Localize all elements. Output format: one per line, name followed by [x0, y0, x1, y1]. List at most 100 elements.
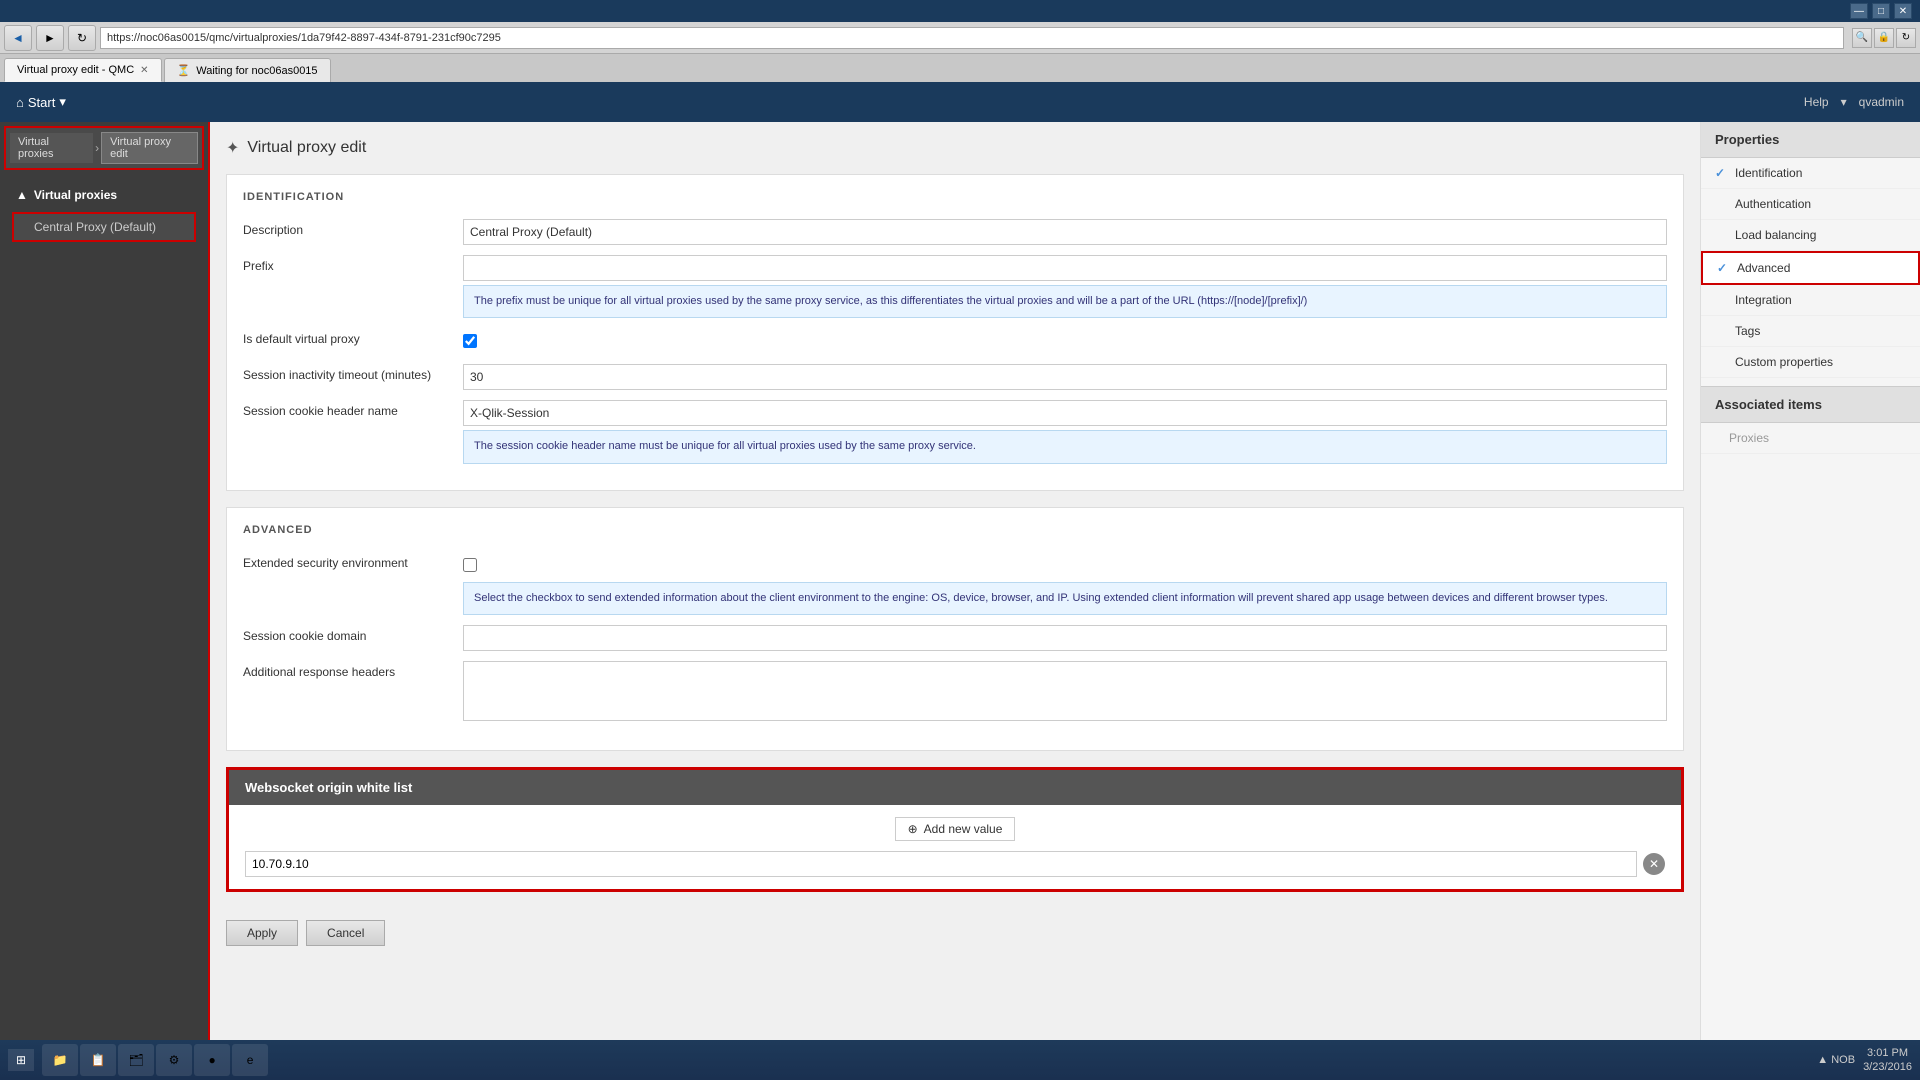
refresh-btn[interactable]: ↻ [68, 25, 96, 51]
prefix-row: Prefix The prefix must be unique for all… [243, 255, 1667, 318]
assoc-proxies[interactable]: Proxies [1701, 423, 1920, 454]
prop-integration[interactable]: Integration [1701, 285, 1920, 316]
page-title: Virtual proxy edit [247, 139, 366, 157]
breadcrumb-edit[interactable]: Virtual proxy edit [101, 132, 198, 164]
cookie-header-row: Session cookie header name The session c… [243, 400, 1667, 463]
description-input[interactable] [463, 219, 1667, 245]
minimize-btn[interactable]: — [1850, 3, 1868, 19]
apply-button[interactable]: Apply [226, 920, 298, 946]
lock-icon[interactable]: 🔒 [1874, 28, 1894, 48]
taskbar-clock: 3:01 PM 3/23/2016 [1863, 1046, 1912, 1075]
address-bar-row: ◄ ► ↻ https://noc06as0015/qmc/virtualpro… [0, 22, 1920, 54]
identification-header: IDENTIFICATION [243, 191, 1667, 207]
taskbar-time: 3:01 PM [1863, 1046, 1912, 1060]
title-bar-controls[interactable]: — □ ✕ [1850, 3, 1912, 19]
help-arrow: ▾ [1841, 95, 1847, 109]
prop-check-identification: ✓ [1715, 166, 1729, 180]
prop-custom-properties[interactable]: Custom properties [1701, 347, 1920, 378]
extended-security-row: Extended security environment Select the… [243, 552, 1667, 615]
taskbar-terminal[interactable]: 📋 [80, 1044, 116, 1076]
section-label: Virtual proxies [34, 188, 117, 202]
advanced-header: ADVANCED [243, 524, 1667, 540]
search-icon[interactable]: 🔍 [1852, 28, 1872, 48]
page-title-row: ✦ Virtual proxy edit [226, 138, 1684, 158]
sidebar-item-central-proxy[interactable]: Central Proxy (Default) [12, 212, 196, 242]
tab-icon: ⏳ [177, 64, 191, 77]
response-headers-row: Additional response headers [243, 661, 1667, 724]
taskbar-explorer[interactable]: 📁 [42, 1044, 78, 1076]
add-new-value-btn[interactable]: ⊕ Add new value [895, 817, 1016, 841]
taskbar-chrome[interactable]: ● [194, 1044, 230, 1076]
taskbar-items: 📁 📋 🗂 ⚙ ● e [42, 1044, 1817, 1076]
response-headers-label: Additional response headers [243, 661, 463, 679]
sidebar-section: ▲ Virtual proxies Central Proxy (Default… [0, 174, 208, 254]
sidebar-section-header[interactable]: ▲ Virtual proxies [8, 182, 200, 208]
properties-title: Properties [1701, 122, 1920, 158]
back-btn[interactable]: ◄ [4, 25, 32, 51]
sidebar: Virtual proxies › Virtual proxy edit ▲ V… [0, 122, 210, 1040]
websocket-section: Websocket origin white list ⊕ Add new va… [226, 767, 1684, 892]
cookie-domain-input[interactable] [463, 625, 1667, 651]
extended-security-label: Extended security environment [243, 552, 463, 570]
websocket-delete-btn[interactable]: ✕ [1643, 853, 1665, 875]
response-headers-textarea[interactable] [463, 661, 1667, 721]
prefix-input[interactable] [463, 255, 1667, 281]
section-arrow: ▲ [16, 188, 28, 202]
taskbar-start-btn[interactable]: ⊞ [8, 1049, 34, 1071]
prop-identification[interactable]: ✓ Identification [1701, 158, 1920, 189]
prop-advanced[interactable]: ✓ Advanced [1701, 251, 1920, 285]
websocket-body: ⊕ Add new value ✕ [229, 805, 1681, 889]
websocket-entry-0: ✕ [245, 851, 1665, 877]
content-area: ✦ Virtual proxy edit IDENTIFICATION Desc… [210, 122, 1700, 1040]
taskbar-right: ▲ NOB 3:01 PM 3/23/2016 [1817, 1046, 1912, 1075]
default-proxy-row: Is default virtual proxy [243, 328, 1667, 354]
timeout-label: Session inactivity timeout (minutes) [243, 364, 463, 382]
extended-security-checkbox[interactable] [463, 558, 477, 572]
forward-btn[interactable]: ► [36, 25, 64, 51]
help-label[interactable]: Help [1804, 95, 1829, 109]
taskbar-date: 3/23/2016 [1863, 1060, 1912, 1074]
timeout-row: Session inactivity timeout (minutes) [243, 364, 1667, 390]
start-label: Start [28, 95, 55, 110]
taskbar: ⊞ 📁 📋 🗂 ⚙ ● e ▲ NOB 3:01 PM 3/23/2016 [0, 1040, 1920, 1080]
breadcrumb-virtual-proxies[interactable]: Virtual proxies [10, 133, 93, 163]
delete-icon: ✕ [1649, 857, 1659, 871]
timeout-input[interactable] [463, 364, 1667, 390]
tab-close-1[interactable]: ✕ [140, 65, 148, 76]
taskbar-folder[interactable]: 🗂 [118, 1044, 154, 1076]
tab-waiting[interactable]: ⏳ Waiting for noc06as0015 [164, 58, 331, 82]
windows-icon: ⊞ [16, 1053, 26, 1067]
tab-label-2: Waiting for noc06as0015 [196, 65, 317, 77]
title-bar: — □ ✕ [0, 0, 1920, 22]
prop-load-balancing[interactable]: Load balancing [1701, 220, 1920, 251]
close-btn[interactable]: ✕ [1894, 3, 1912, 19]
prop-tags[interactable]: Tags [1701, 316, 1920, 347]
add-icon: ⊕ [908, 822, 918, 836]
tab-label-1: Virtual proxy edit - QMC [17, 64, 134, 76]
description-label: Description [243, 219, 463, 237]
cookie-domain-row: Session cookie domain [243, 625, 1667, 651]
websocket-value-input[interactable] [245, 851, 1637, 877]
cancel-button[interactable]: Cancel [306, 920, 385, 946]
maximize-btn[interactable]: □ [1872, 3, 1890, 19]
prefix-label: Prefix [243, 255, 463, 273]
start-button[interactable]: ⌂ Start ▾ [16, 94, 66, 110]
address-box[interactable]: https://noc06as0015/qmc/virtualproxies/1… [100, 27, 1844, 49]
prefix-hint: The prefix must be unique for all virtua… [463, 285, 1667, 318]
identification-section: IDENTIFICATION Description Prefix The pr… [226, 174, 1684, 491]
taskbar-ie[interactable]: e [232, 1044, 268, 1076]
start-arrow: ▾ [59, 94, 66, 110]
prop-authentication[interactable]: Authentication [1701, 189, 1920, 220]
tab-virtual-proxy[interactable]: Virtual proxy edit - QMC ✕ [4, 58, 162, 82]
cookie-header-input[interactable] [463, 400, 1667, 426]
refresh-icon[interactable]: ↻ [1896, 28, 1916, 48]
taskbar-settings[interactable]: ⚙ [156, 1044, 192, 1076]
user-label[interactable]: qvadmin [1859, 95, 1904, 109]
action-buttons: Apply Cancel [226, 908, 1684, 958]
default-proxy-checkbox[interactable] [463, 334, 477, 348]
description-row: Description [243, 219, 1667, 245]
tabs-row: Virtual proxy edit - QMC ✕ ⏳ Waiting for… [0, 54, 1920, 82]
extended-security-hint: Select the checkbox to send extended inf… [463, 582, 1667, 615]
app-header: ⌂ Start ▾ Help ▾ qvadmin [0, 82, 1920, 122]
breadcrumb: Virtual proxies › Virtual proxy edit [4, 126, 204, 170]
